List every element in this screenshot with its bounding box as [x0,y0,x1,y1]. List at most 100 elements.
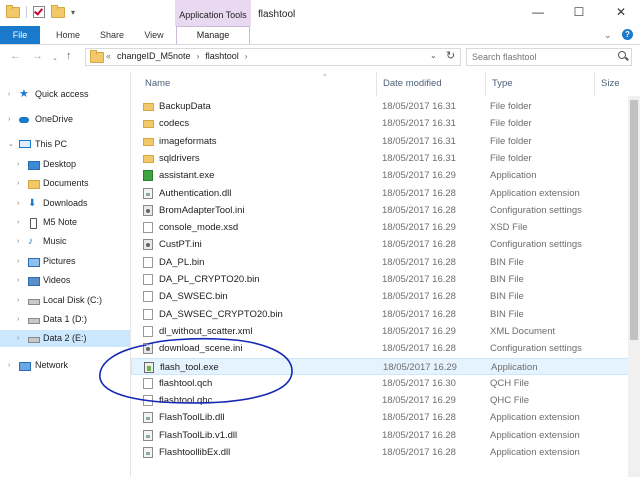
nav-item-local-disk-c[interactable]: › Local Disk (C:) [0,292,130,309]
file-row[interactable]: BromAdapterTool.ini 18/05/2017 16.28 Confi… [131,202,631,219]
nav-item-m5-note[interactable]: › M5 Note [0,214,130,231]
file-name: download_scene.ini [159,343,243,354]
file-row[interactable]: console_mode.xsd 18/05/2017 16.29 XSD File [131,219,631,236]
minimize-button[interactable]: — [523,3,553,21]
onedrive-cloud-icon [19,117,29,123]
file-name: BackupData [159,101,211,112]
file-row[interactable]: DA_SWSEC_CRYPTO20.bin 18/05/2017 16.28 BIN… [131,306,631,323]
properties-check-icon[interactable] [33,6,45,18]
file-name: DA_SWSEC_CRYPTO20.bin [159,309,283,320]
dll-icon [143,188,153,199]
customize-toolbar-chevron-icon[interactable]: ▾ [71,8,75,17]
column-header-type[interactable]: Type [485,72,594,96]
phone-device-icon [30,218,37,229]
file-row[interactable]: download_scene.ini 18/05/2017 16.28 Config… [131,340,631,357]
file-row[interactable]: sqldrivers 18/05/2017 16.31 File folder [131,150,631,167]
expand-chevron-icon[interactable]: › [8,111,10,128]
back-arrow-icon[interactable]: ← [10,50,21,62]
file-row[interactable]: BackupData 18/05/2017 16.31 File folder [131,98,631,115]
expand-chevron-icon[interactable]: › [17,311,19,328]
scrollbar-thumb[interactable] [630,100,638,340]
column-header-size[interactable]: Size [594,72,640,96]
file-type: Application [490,170,537,181]
file-type: QHC File [490,395,530,406]
nav-item-documents[interactable]: › Documents [0,175,130,192]
nav-item-music[interactable]: › ♪ Music [0,233,130,250]
column-header-name[interactable]: Name [139,72,376,96]
expand-chevron-icon[interactable]: › [17,156,19,173]
refresh-icon[interactable]: ↻ [446,49,455,62]
nav-item-quick-access[interactable]: › ★ Quick access [0,86,130,103]
file-row[interactable]: flashtool.qch 18/05/2017 16.30 QCH File [131,375,631,392]
file-type: BIN File [490,274,524,285]
expand-chevron-icon[interactable]: › [8,86,10,103]
file-row[interactable]: DA_PL.bin 18/05/2017 16.28 BIN File [131,254,631,271]
search-icon[interactable] [618,51,626,59]
file-row[interactable]: Authentication.dll 18/05/2017 16.28 Applic… [131,185,631,202]
dll-icon [143,447,153,458]
expand-chevron-icon[interactable]: › [17,330,19,347]
nav-item-onedrive[interactable]: › OneDrive [0,111,130,128]
nav-item-desktop[interactable]: › Desktop [0,156,130,173]
up-arrow-icon[interactable]: ↑ [66,50,72,62]
nav-item-data-2-e[interactable]: › Data 2 (E:) [0,330,130,347]
nav-item-downloads[interactable]: › ⬇ Downloads [0,195,130,212]
nav-item-network[interactable]: › Network [0,357,130,374]
address-dropdown-chevron-icon[interactable]: ⌄ [430,51,437,60]
file-row[interactable]: codecs 18/05/2017 16.31 File folder [131,115,631,132]
new-folder-icon[interactable] [51,4,65,18]
file-date-modified: 18/05/2017 16.28 [382,257,456,268]
search-input[interactable] [466,48,632,66]
file-row[interactable]: FlashToolLib.dll 18/05/2017 16.28 Applicat… [131,409,631,426]
nav-item-data-1-d[interactable]: › Data 1 (D:) [0,311,130,328]
nav-item-this-pc[interactable]: ⌄ This PC [0,136,130,153]
file-row[interactable]: flashtool.qhc 18/05/2017 16.29 QHC File [131,392,631,409]
file-name: codecs [159,118,190,129]
forward-arrow-icon[interactable]: → [32,50,43,62]
expand-chevron-icon[interactable]: › [17,272,19,289]
file-row[interactable]: imageformats 18/05/2017 16.31 File folder [131,133,631,150]
breadcrumb-item[interactable]: flashtool [205,51,239,61]
expand-chevron-icon[interactable]: › [17,292,19,309]
breadcrumb-item[interactable]: changeID_M5note [117,51,191,61]
file-row[interactable]: flash_tool.exe 18/05/2017 16.29 Applicatio… [131,358,631,375]
expand-chevron-icon[interactable]: ⌄ [8,136,14,153]
expand-chevron-icon[interactable]: › [17,195,19,212]
file-row[interactable]: FlashtoollibEx.dll 18/05/2017 16.28 Applic… [131,444,631,461]
file-icon [143,222,153,233]
close-button[interactable]: ✕ [606,3,636,21]
breadcrumb: « changeID_M5note › flashtool › [106,51,247,61]
expand-chevron-icon[interactable]: › [8,357,10,374]
breadcrumb-chevron-icon[interactable]: › [245,52,248,61]
expand-chevron-icon[interactable]: › [17,233,19,250]
tab-share[interactable]: Share [94,26,130,44]
tab-manage[interactable]: Manage [176,26,250,44]
expand-chevron-icon[interactable]: › [17,253,19,270]
tab-view[interactable]: View [136,26,172,44]
nav-item-videos[interactable]: › Videos [0,272,130,289]
file-date-modified: 18/05/2017 16.29 [382,326,456,337]
nav-item-pictures[interactable]: › Pictures [0,253,130,270]
file-row[interactable]: dl_without_scatter.xml 18/05/2017 16.29 XM… [131,323,631,340]
file-row[interactable]: assistant.exe 18/05/2017 16.29 Application [131,167,631,184]
expand-chevron-icon[interactable]: › [17,214,19,231]
recent-locations-chevron-icon[interactable]: ⌄ [52,54,58,62]
file-row[interactable]: DA_PL_CRYPTO20.bin 18/05/2017 16.28 BIN Fi… [131,271,631,288]
file-type: XSD File [490,222,528,233]
help-icon[interactable]: ? [622,29,633,40]
folder-icon [143,120,154,128]
column-header-date-modified[interactable]: Date modified [376,72,485,96]
file-row[interactable]: DA_SWSEC.bin 18/05/2017 16.28 BIN File [131,288,631,305]
breadcrumb-chevron-icon[interactable]: › [197,52,200,61]
tab-file[interactable]: File [0,26,40,44]
expand-chevron-icon[interactable]: › [17,175,19,192]
tab-home[interactable]: Home [50,26,86,44]
maximize-button[interactable]: ☐ [564,3,594,21]
breadcrumb-overflow[interactable]: « [106,51,111,61]
nav-item-label: Videos [43,275,71,285]
local-disk-icon [28,299,40,305]
file-row[interactable]: CustPT.ini 18/05/2017 16.28 Configuration … [131,236,631,253]
expand-ribbon-chevron-icon[interactable]: ⌄ [604,30,612,41]
column-header-row: Name Date modified Type Size [131,72,640,96]
file-row[interactable]: FlashToolLib.v1.dll 18/05/2017 16.28 Appli… [131,427,631,444]
